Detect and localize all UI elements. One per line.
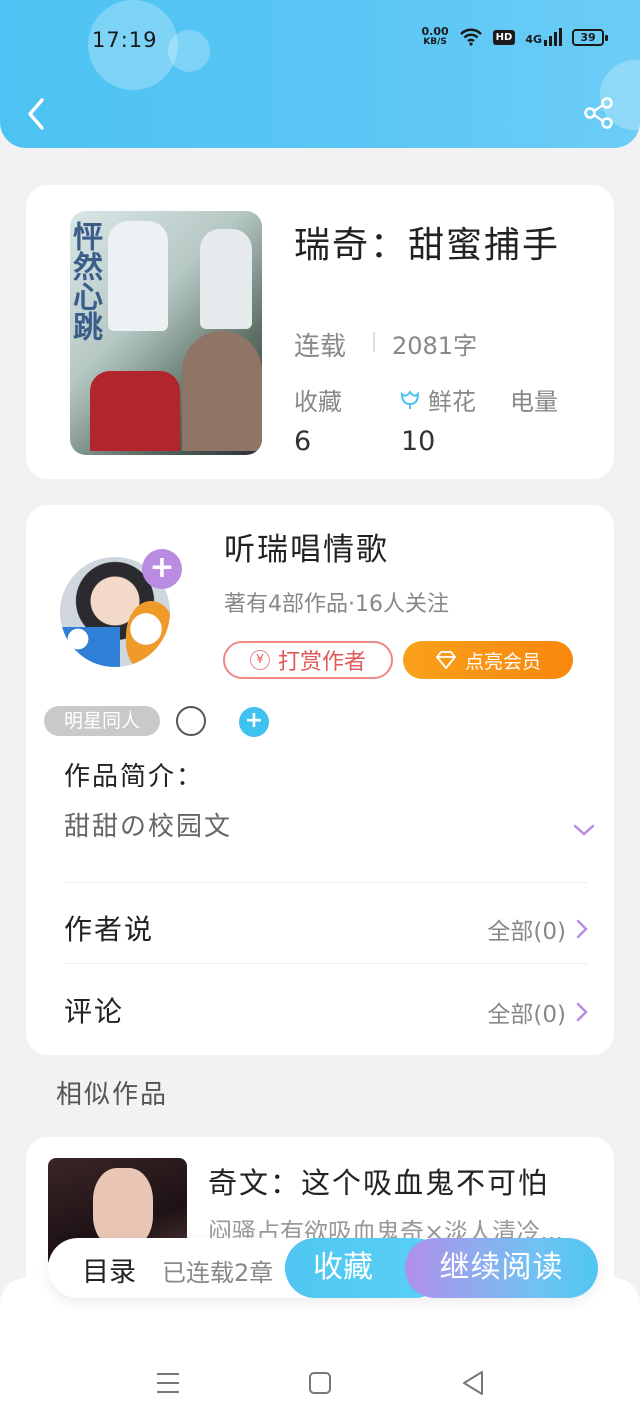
- similar-work-title[interactable]: 奇文：这个吸血鬼不可怕: [208, 1160, 549, 1202]
- status-icons: 0.00 KB/S HD 4G 39: [422, 26, 608, 48]
- continue-reading-button[interactable]: 继续阅读: [405, 1238, 598, 1298]
- author-says-count: 全部(0): [487, 919, 566, 945]
- yen-icon: ¥: [249, 650, 270, 670]
- divider: [373, 332, 375, 352]
- chevron-right-icon: [576, 919, 588, 939]
- net-speed: 0.00 KB/S: [422, 26, 449, 48]
- chapter-count: 已连载2章: [162, 1259, 274, 1287]
- stat-value-favorites: 6: [294, 426, 312, 457]
- home-icon[interactable]: [305, 1368, 335, 1398]
- battery-level: 39: [580, 30, 596, 44]
- menu-icon[interactable]: [153, 1368, 183, 1398]
- net-speed-value: 0.00: [421, 25, 449, 38]
- stat-label-power: 电量: [510, 388, 558, 416]
- chevron-down-icon[interactable]: [572, 822, 596, 838]
- comments-all-link[interactable]: 全部(0): [487, 995, 588, 1029]
- book-status: 连载: [294, 332, 347, 362]
- book-title: 瑞奇：甜蜜捕手: [294, 225, 561, 266]
- top-header: [0, 0, 640, 148]
- back-arrow-icon[interactable]: [22, 94, 52, 134]
- follow-author-button[interactable]: +: [142, 549, 182, 589]
- vip-label: 点亮会员: [464, 650, 541, 673]
- signal-icon: 4G: [525, 28, 562, 46]
- book-cover-image[interactable]: 怦然心跳: [70, 211, 262, 455]
- battery-icon: 39: [572, 28, 608, 46]
- flower-icon: [400, 390, 420, 409]
- comments-label: 评论: [64, 995, 125, 1028]
- table-of-contents-button[interactable]: 目录: [82, 1250, 136, 1289]
- comments-count: 全部(0): [487, 1002, 566, 1028]
- status-time: 17:19: [92, 28, 158, 52]
- network-label: 4G: [525, 33, 542, 46]
- decor-bubble: [168, 30, 210, 72]
- system-nav-bar: [0, 1278, 640, 1422]
- cover-text: 怦然心跳: [70, 221, 102, 341]
- reward-label: 打赏作者: [277, 650, 366, 675]
- intro-text: 甜甜の校园文: [64, 812, 233, 842]
- add-tag-button[interactable]: +: [239, 707, 269, 737]
- diamond-icon: [436, 651, 456, 669]
- author-name[interactable]: 听瑞唱情歌: [224, 524, 389, 569]
- chevron-right-icon: [576, 1002, 588, 1022]
- wifi-icon: [459, 28, 482, 46]
- share-icon[interactable]: [582, 96, 616, 130]
- tag-chip[interactable]: 明星同人: [44, 706, 160, 736]
- stat-value-flowers: 10: [401, 426, 436, 457]
- author-meta: 著有4部作品·16人关注: [224, 592, 449, 617]
- back-triangle-icon[interactable]: [458, 1368, 488, 1398]
- net-speed-unit: KB/S: [423, 37, 447, 47]
- divider: [64, 882, 588, 883]
- similar-works-heading: 相似作品: [56, 1080, 169, 1110]
- author-says-label: 作者说: [64, 913, 155, 946]
- author-says-all-link[interactable]: 全部(0): [487, 912, 588, 946]
- intro-title: 作品简介：: [64, 762, 205, 792]
- word-count: 2081字: [392, 332, 478, 360]
- divider: [64, 963, 588, 964]
- vip-button[interactable]: 点亮会员: [403, 641, 573, 679]
- hd-badge: HD: [492, 29, 516, 45]
- reward-author-button[interactable]: ¥ 打赏作者: [223, 641, 393, 679]
- tag-empty-circle[interactable]: [176, 706, 206, 736]
- stat-label-favorites: 收藏: [294, 388, 342, 416]
- stat-label-flowers: 鲜花: [428, 388, 476, 416]
